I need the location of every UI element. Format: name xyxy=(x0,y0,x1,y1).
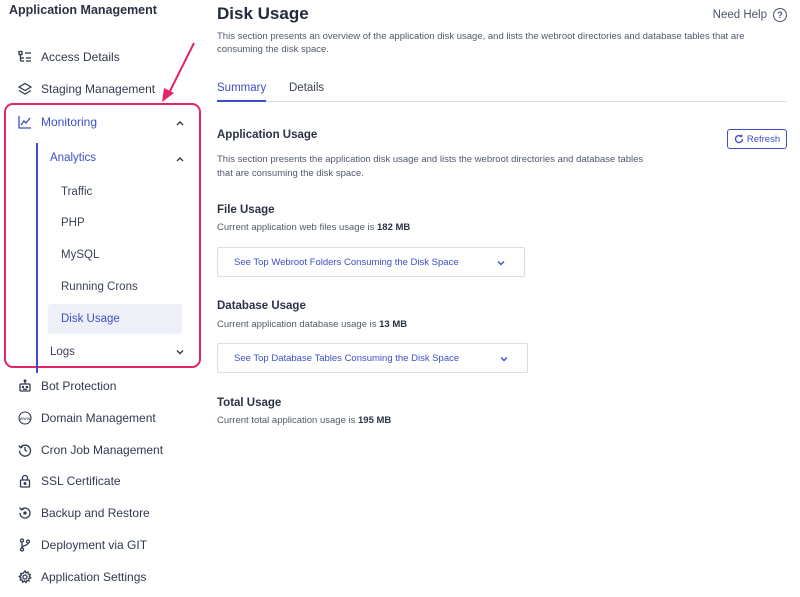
question-circle-icon: ? xyxy=(773,8,787,22)
sidebar-item-access-details[interactable]: Access Details xyxy=(18,46,120,68)
sidebar-item-cron[interactable]: Cron Job Management xyxy=(18,439,163,461)
tab-details[interactable]: Details xyxy=(289,82,324,102)
sidebar-item-label: Monitoring xyxy=(41,115,98,129)
main-content: Disk Usage Need Help ? This section pres… xyxy=(217,0,792,597)
sidebar-item-logs[interactable]: Logs xyxy=(50,342,75,362)
database-usage-text: Current application database usage is 13… xyxy=(217,318,407,332)
restore-icon xyxy=(18,506,32,520)
need-help-label: Need Help xyxy=(712,9,767,21)
sidebar-item-bot-protection[interactable]: Bot Protection xyxy=(18,375,116,397)
page-title: Disk Usage xyxy=(217,4,309,23)
sidebar-item-app-settings[interactable]: Application Settings xyxy=(18,566,146,588)
file-usage-value: 182 MB xyxy=(377,222,411,233)
chart-line-icon xyxy=(18,115,32,129)
layers-icon xyxy=(18,82,32,96)
database-usage-value: 13 MB xyxy=(379,319,408,330)
page-description: This section presents an overview of the… xyxy=(217,31,745,55)
file-usage-title: File Usage xyxy=(217,204,275,216)
application-usage-description-line2: that are consuming the disk space. xyxy=(217,168,364,179)
sidebar-item-analytics[interactable]: Analytics xyxy=(50,148,96,168)
submenu-indicator xyxy=(36,143,38,373)
total-usage-value: 195 MB xyxy=(358,415,392,426)
chevron-down-icon[interactable] xyxy=(175,347,185,357)
tab-summary[interactable]: Summary xyxy=(217,82,267,102)
database-tables-dropdown-label: See Top Database Tables Consuming the Di… xyxy=(234,352,460,364)
file-usage-label: Current application web files usage is xyxy=(217,222,375,233)
sidebar-item-domain[interactable]: www Domain Management xyxy=(18,407,156,429)
database-usage-label: Current application database usage is xyxy=(217,319,377,330)
need-help-link[interactable]: Need Help ? xyxy=(713,8,787,22)
sidebar-item-running-crons[interactable]: Running Crons xyxy=(61,277,138,297)
sidebar-title: Application Management xyxy=(9,3,157,17)
chevron-down-icon xyxy=(497,261,505,266)
tab-bar: Summary Details xyxy=(217,82,787,102)
sidebar-item-ssl[interactable]: SSL Certificate xyxy=(18,470,121,492)
sidebar-item-label: Staging Management xyxy=(41,82,156,96)
svg-text:www: www xyxy=(19,417,30,422)
refresh-label: Refresh xyxy=(746,133,781,145)
sidebar-item-backup[interactable]: Backup and Restore xyxy=(18,502,150,524)
list-tree-icon xyxy=(18,50,32,64)
chevron-up-icon[interactable] xyxy=(175,154,185,164)
sidebar-item-php[interactable]: PHP xyxy=(61,213,85,233)
lock-icon xyxy=(18,474,32,488)
database-tables-dropdown[interactable]: See Top Database Tables Consuming the Di… xyxy=(217,343,528,373)
history-clock-icon xyxy=(18,443,32,457)
sidebar-item-label: SSL Certificate xyxy=(41,474,121,488)
sidebar-item-label: Backup and Restore xyxy=(41,506,150,520)
application-usage-title: Application Usage xyxy=(217,129,318,141)
refresh-icon xyxy=(734,134,744,144)
file-usage-text: Current application web files usage is 1… xyxy=(217,221,410,235)
sidebar-item-label: Deployment via GIT xyxy=(41,538,148,552)
robot-icon xyxy=(18,379,32,393)
chevron-down-icon xyxy=(500,357,508,362)
sidebar-item-disk-usage[interactable]: Disk Usage xyxy=(61,309,120,329)
sidebar: Application Management Access Details St… xyxy=(0,0,205,597)
git-branch-icon xyxy=(18,538,32,552)
www-globe-icon: www xyxy=(18,411,32,425)
sidebar-item-monitoring[interactable]: Monitoring xyxy=(18,111,97,133)
sidebar-item-label: Domain Management xyxy=(41,411,156,425)
total-usage-label: Current total application usage is xyxy=(217,415,356,426)
sidebar-item-label: Cron Job Management xyxy=(41,443,164,457)
total-usage-title: Total Usage xyxy=(217,397,282,409)
total-usage-text: Current total application usage is 195 M… xyxy=(217,414,391,428)
chevron-up-icon[interactable] xyxy=(175,118,185,128)
refresh-button[interactable]: Refresh xyxy=(727,129,787,149)
webroot-folders-dropdown-label: See Top Webroot Folders Consuming the Di… xyxy=(234,256,459,268)
webroot-folders-dropdown[interactable]: See Top Webroot Folders Consuming the Di… xyxy=(217,247,525,277)
sidebar-item-traffic[interactable]: Traffic xyxy=(61,182,92,202)
sidebar-item-deployment[interactable]: Deployment via GIT xyxy=(18,534,147,556)
sidebar-item-mysql[interactable]: MySQL xyxy=(61,245,99,265)
sidebar-item-staging[interactable]: Staging Management xyxy=(18,78,155,100)
application-usage-description-line1: This section presents the application di… xyxy=(217,154,644,165)
sidebar-item-label: Application Settings xyxy=(41,570,147,584)
sidebar-item-label: Access Details xyxy=(41,50,120,64)
database-usage-title: Database Usage xyxy=(217,300,306,312)
gear-icon xyxy=(18,570,32,584)
sidebar-item-label: Bot Protection xyxy=(41,379,117,393)
annotation-arrow-icon xyxy=(162,42,195,102)
